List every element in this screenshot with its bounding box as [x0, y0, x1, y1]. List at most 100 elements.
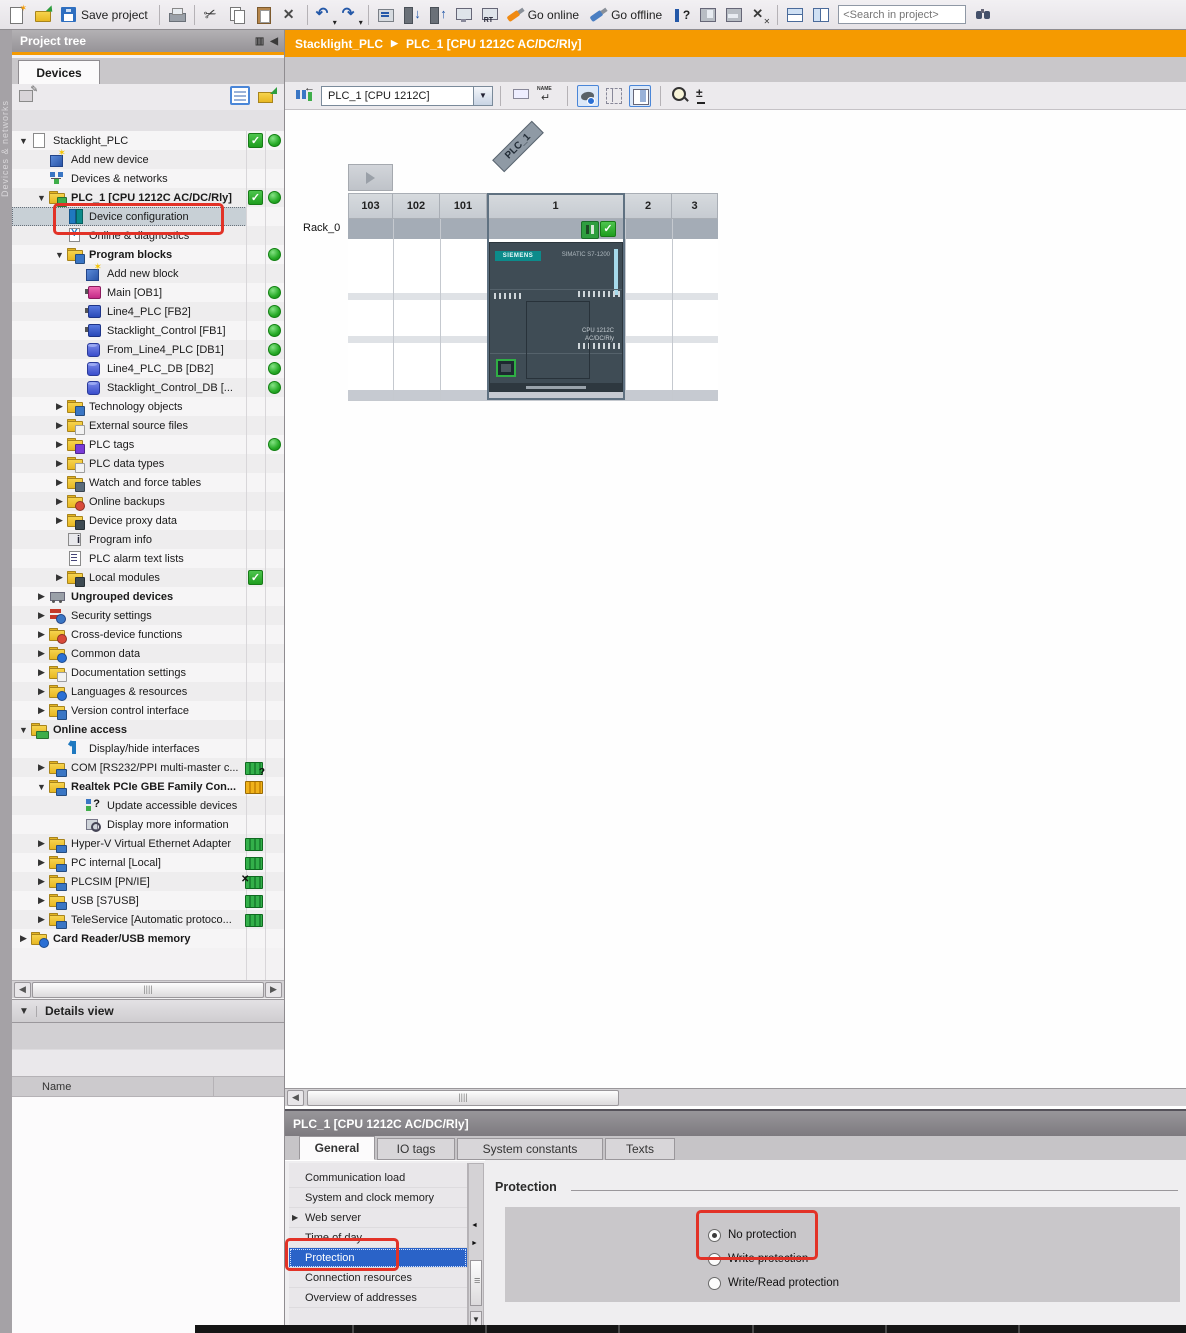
collapse-panel-icon[interactable]: ◀: [270, 36, 278, 47]
radio-write-read-protection[interactable]: Write/Read protection: [708, 1275, 839, 1291]
properties-scrollbar[interactable]: ◄ ► ▼: [468, 1163, 484, 1331]
tree-item-display-hide-interfaces[interactable]: Display/hide interfaces: [12, 739, 284, 758]
tree-item-plc-data-types[interactable]: ▶PLC data types: [12, 454, 284, 473]
open-new-editor-icon[interactable]: [258, 87, 276, 104]
nav-item-time-of-day[interactable]: Time of day: [289, 1228, 467, 1248]
tree-horizontal-scrollbar[interactable]: ◀ ▶: [12, 980, 284, 998]
toolbar-button-start-cpu[interactable]: [452, 4, 476, 26]
expand-icon[interactable]: ▶: [34, 876, 49, 887]
toolbar-button-redo[interactable]: [339, 4, 363, 26]
splitter-left-icon[interactable]: ◄: [471, 1222, 478, 1229]
dropdown-arrow-icon[interactable]: ▼: [473, 87, 492, 105]
scrollbar-thumb[interactable]: [32, 982, 264, 998]
search-input[interactable]: [838, 5, 966, 24]
tree-item-realtek-pcie-gbe-family-con[interactable]: ▼Realtek PCIe GBE Family Con...: [12, 777, 284, 796]
expand-icon[interactable]: ▶: [52, 401, 67, 412]
toolbar-button-upload[interactable]: [426, 4, 450, 26]
expand-icon[interactable]: ▶: [34, 591, 49, 602]
scrollbar-thumb[interactable]: [307, 1090, 619, 1106]
expand-icon[interactable]: ▶: [34, 762, 49, 773]
tree-item-update-accessible-devices[interactable]: Update accessible devices: [12, 796, 284, 815]
toolbar-button-paste[interactable]: [252, 4, 276, 26]
device-overview-icon[interactable]: [629, 85, 651, 107]
expand-icon[interactable]: ▶: [34, 838, 49, 849]
toolbar-button-go-online[interactable]: Go online: [504, 4, 585, 26]
tree-item-plc-alarm-text-lists[interactable]: PLC alarm text lists: [12, 549, 284, 568]
tree-item-hyper-v-virtual-ethernet-adapter[interactable]: ▶Hyper-V Virtual Ethernet Adapter: [12, 834, 284, 853]
expand-icon[interactable]: ▶: [34, 686, 49, 697]
nav-item-connection-resources[interactable]: Connection resources: [289, 1268, 467, 1288]
expand-icon[interactable]: ▶: [34, 610, 49, 621]
toolbar-button-find[interactable]: [971, 4, 995, 26]
tree-item-watch-and-force-tables[interactable]: ▶Watch and force tables: [12, 473, 284, 492]
breadcrumb-device[interactable]: PLC_1 [CPU 1212C AC/DC/Rly]: [406, 37, 582, 51]
toolbar-button-copy[interactable]: [226, 4, 250, 26]
splitter-right-icon[interactable]: ►: [471, 1240, 478, 1247]
nav-item-system-and-clock-memory[interactable]: System and clock memory: [289, 1188, 467, 1208]
expand-icon[interactable]: ▶: [34, 857, 49, 868]
device-view-canvas[interactable]: PLC_1 Rack_0 103102101123 ✓ SIEMENS SIMA…: [285, 110, 1186, 1088]
show-address-labels-icon[interactable]: [510, 85, 532, 107]
toolbar-button-save-project[interactable]: Save project: [57, 4, 154, 26]
details-view-header[interactable]: ▼ Details view: [12, 999, 284, 1023]
tree-item-pc-internal-local[interactable]: ▶PC internal [Local]: [12, 853, 284, 872]
tree-item-plc-1-cpu-1212c-ac-dc-rly[interactable]: ▼PLC_1 [CPU 1212C AC/DC/Rly]✓: [12, 188, 284, 207]
tree-item-cross-device-functions[interactable]: ▶Cross-device functions: [12, 625, 284, 644]
expand-icon[interactable]: ▶: [52, 572, 67, 583]
tree-item-program-info[interactable]: Program info: [12, 530, 284, 549]
tab-system-constants[interactable]: System constants: [457, 1138, 603, 1160]
scrollbar-thumb[interactable]: [470, 1260, 482, 1306]
details-toggle-icon[interactable]: [230, 86, 250, 105]
tree-item-card-reader-usb-memory[interactable]: ▶Card Reader/USB memory: [12, 929, 284, 948]
tree-item-online-backups[interactable]: ▶Online backups: [12, 492, 284, 511]
tree-item-usb-s7usb[interactable]: ▶USB [S7USB]: [12, 891, 284, 910]
slot-header-101[interactable]: 101: [440, 193, 487, 219]
expand-icon[interactable]: ▶: [52, 496, 67, 507]
tree-item-plcsim-pn-ie[interactable]: ▶PLCSIM [PN/IE]✕: [12, 872, 284, 891]
expand-icon[interactable]: ▶: [34, 705, 49, 716]
slot-header-102[interactable]: 102: [393, 193, 440, 219]
toolbar-button-split-vertical[interactable]: [809, 4, 833, 26]
tree-item-documentation-settings[interactable]: ▶Documentation settings: [12, 663, 284, 682]
tree-item-add-new-block[interactable]: Add new block: [12, 264, 284, 283]
radio-button-icon[interactable]: [708, 1277, 721, 1290]
canvas-horizontal-scrollbar[interactable]: ◀: [285, 1088, 1186, 1106]
toolbar-button-download[interactable]: [400, 4, 424, 26]
tree-item-device-proxy-data[interactable]: ▶Device proxy data: [12, 511, 284, 530]
tree-item-program-blocks[interactable]: ▼Program blocks: [12, 245, 284, 264]
snap-grid-icon[interactable]: [603, 85, 625, 107]
collapse-icon[interactable]: ▼: [52, 250, 67, 260]
breadcrumb-project[interactable]: Stacklight_PLC: [295, 37, 383, 51]
expand-icon[interactable]: ▶: [52, 515, 67, 526]
toolbar-button-undo[interactable]: [313, 4, 337, 26]
toolbar-button-go-offline[interactable]: Go offline: [587, 4, 668, 26]
toolbar-button-delete[interactable]: [278, 4, 302, 26]
nav-item-protection[interactable]: Protection: [289, 1248, 467, 1268]
collapse-icon[interactable]: ▼: [34, 782, 49, 792]
radio-button-icon[interactable]: [708, 1253, 721, 1266]
tree-item-devices-networks[interactable]: Devices & networks: [12, 169, 284, 188]
expand-icon[interactable]: ▶: [34, 629, 49, 640]
tree-item-online-access[interactable]: ▼Online access: [12, 720, 284, 739]
tree-item-technology-objects[interactable]: ▶Technology objects: [12, 397, 284, 416]
tree-item-online-diagnostics[interactable]: Online & diagnostics: [12, 226, 284, 245]
expand-icon[interactable]: ▶: [16, 933, 31, 944]
tree-item-plc-tags[interactable]: ▶PLC tags: [12, 435, 284, 454]
rack-expand-button[interactable]: [348, 164, 393, 191]
tab-general[interactable]: General: [299, 1136, 375, 1160]
tree-item-external-source-files[interactable]: ▶External source files: [12, 416, 284, 435]
tree-item-main-ob1[interactable]: Main [OB1]: [12, 283, 284, 302]
toolbar-button-window-split-a[interactable]: [696, 4, 720, 26]
toolbar-button-diagnostics[interactable]: [670, 4, 694, 26]
collapse-icon[interactable]: ▼: [16, 725, 31, 735]
scroll-left-icon[interactable]: ◀: [287, 1090, 304, 1106]
expand-icon[interactable]: ▶: [52, 439, 67, 450]
zoom-icon[interactable]: [670, 85, 692, 107]
tree-item-com-rs232-ppi-multi-master-c[interactable]: ▶COM [RS232/PPI multi-master c...?: [12, 758, 284, 777]
tab-texts[interactable]: Texts: [605, 1138, 675, 1160]
device-selector[interactable]: PLC_1 [CPU 1212C] ▼: [321, 86, 493, 106]
edit-columns-icon[interactable]: [18, 87, 36, 105]
expand-icon[interactable]: ▶: [34, 914, 49, 925]
radio-button-icon[interactable]: [708, 1229, 721, 1242]
expand-icon[interactable]: ▶: [52, 420, 67, 431]
